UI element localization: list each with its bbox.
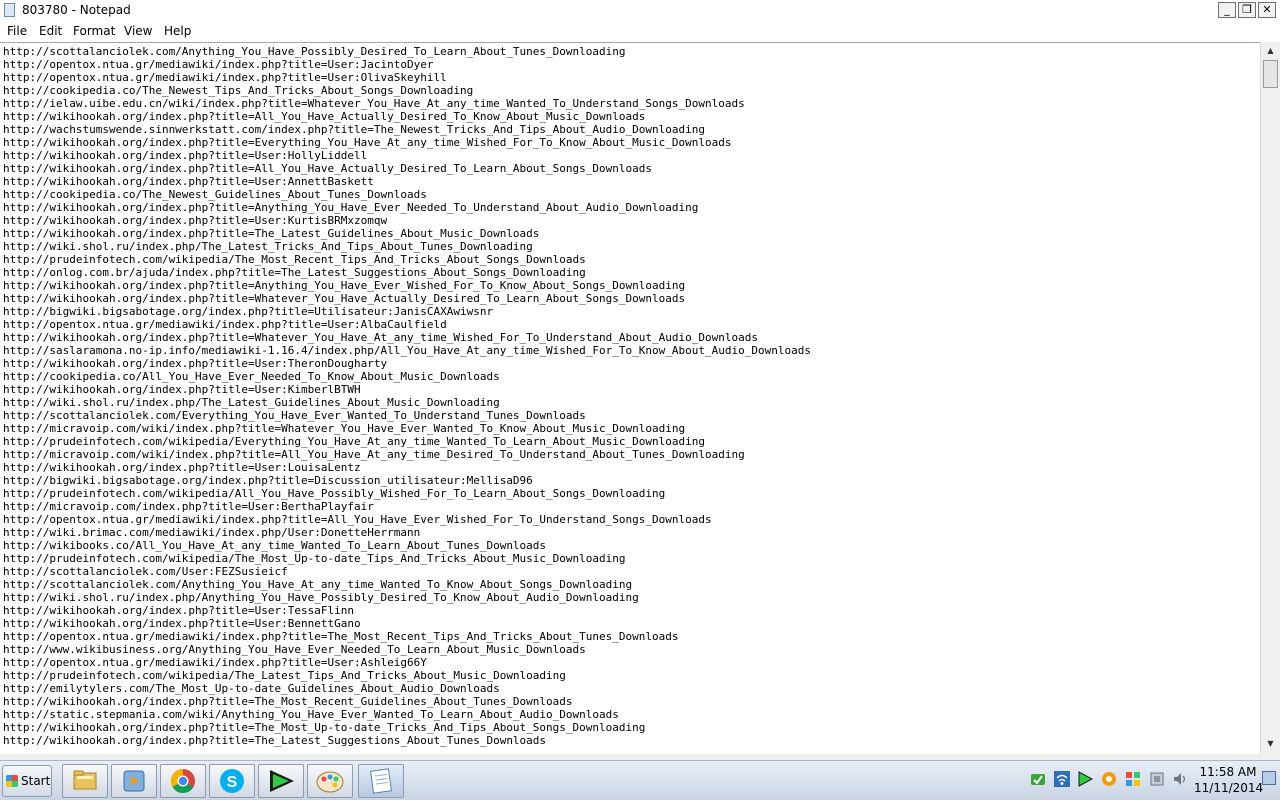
show-desktop-button[interactable] bbox=[1262, 771, 1276, 785]
svg-text:S: S bbox=[227, 774, 238, 791]
skype-icon: S bbox=[220, 769, 244, 793]
wifi-icon[interactable] bbox=[1054, 771, 1070, 787]
notepad-icon bbox=[4, 3, 15, 17]
notepad-icon bbox=[369, 768, 393, 794]
clock-time: 11:58 AM bbox=[1199, 765, 1257, 779]
window-title: 803780 - Notepad bbox=[22, 3, 131, 17]
media-player-icon bbox=[123, 770, 145, 792]
title-bar: 803780 - Notepad _ ❐ ✕ bbox=[0, 0, 1280, 22]
taskbar-file-explorer[interactable] bbox=[62, 764, 108, 798]
menu-bar: File Edit Format View Help bbox=[0, 21, 1280, 41]
network-icon[interactable] bbox=[1030, 771, 1046, 787]
volume-icon[interactable] bbox=[1172, 771, 1188, 787]
arrow-up-icon[interactable]: ▲ bbox=[1262, 43, 1279, 59]
taskbar-media-player[interactable] bbox=[111, 764, 157, 798]
close-button[interactable]: ✕ bbox=[1258, 2, 1276, 18]
menu-help[interactable]: Help bbox=[164, 24, 191, 38]
text-editor-area[interactable]: http://scottalanciolek.com/Anything_You_… bbox=[0, 42, 1260, 755]
start-button[interactable]: Start bbox=[2, 765, 52, 797]
taskbar-notepad[interactable] bbox=[358, 764, 404, 798]
scrollbar-thumb[interactable] bbox=[1263, 60, 1278, 88]
menu-edit[interactable]: Edit bbox=[39, 24, 62, 38]
file-explorer-icon bbox=[73, 770, 97, 790]
menu-file[interactable]: File bbox=[7, 24, 27, 38]
editor-text[interactable]: http://scottalanciolek.com/Anything_You_… bbox=[0, 43, 1260, 747]
minimize-button[interactable]: _ bbox=[1218, 2, 1236, 18]
clock-date: 11/11/2014 bbox=[1194, 781, 1264, 795]
taskbar-paint[interactable] bbox=[307, 764, 353, 798]
arrow-down-icon[interactable]: ▼ bbox=[1262, 736, 1279, 752]
menu-view[interactable]: View bbox=[124, 24, 152, 38]
flag-icon[interactable] bbox=[1149, 771, 1165, 787]
green-play-icon bbox=[270, 770, 294, 792]
paint-icon bbox=[316, 771, 344, 793]
chrome-icon bbox=[170, 769, 195, 794]
taskbar: Start S 11:58 AM 11/11/2014 bbox=[0, 760, 1280, 800]
menu-format[interactable]: Format bbox=[73, 24, 115, 38]
taskbar-green-play[interactable] bbox=[258, 764, 304, 798]
media-play-icon[interactable] bbox=[1077, 771, 1093, 787]
taskbar-skype[interactable]: S bbox=[209, 764, 255, 798]
maximize-button[interactable]: ❐ bbox=[1238, 2, 1256, 18]
windows-logo-icon bbox=[6, 775, 18, 787]
taskbar-clock[interactable]: 11:58 AM 11/11/2014 bbox=[1194, 764, 1264, 796]
start-label: Start bbox=[21, 774, 51, 788]
taskbar-chrome[interactable] bbox=[160, 764, 206, 798]
colorful-app-icon[interactable] bbox=[1125, 771, 1141, 787]
vertical-scrollbar[interactable]: ▲ ▼ bbox=[1260, 42, 1280, 754]
orange-circle-icon[interactable] bbox=[1101, 771, 1117, 787]
